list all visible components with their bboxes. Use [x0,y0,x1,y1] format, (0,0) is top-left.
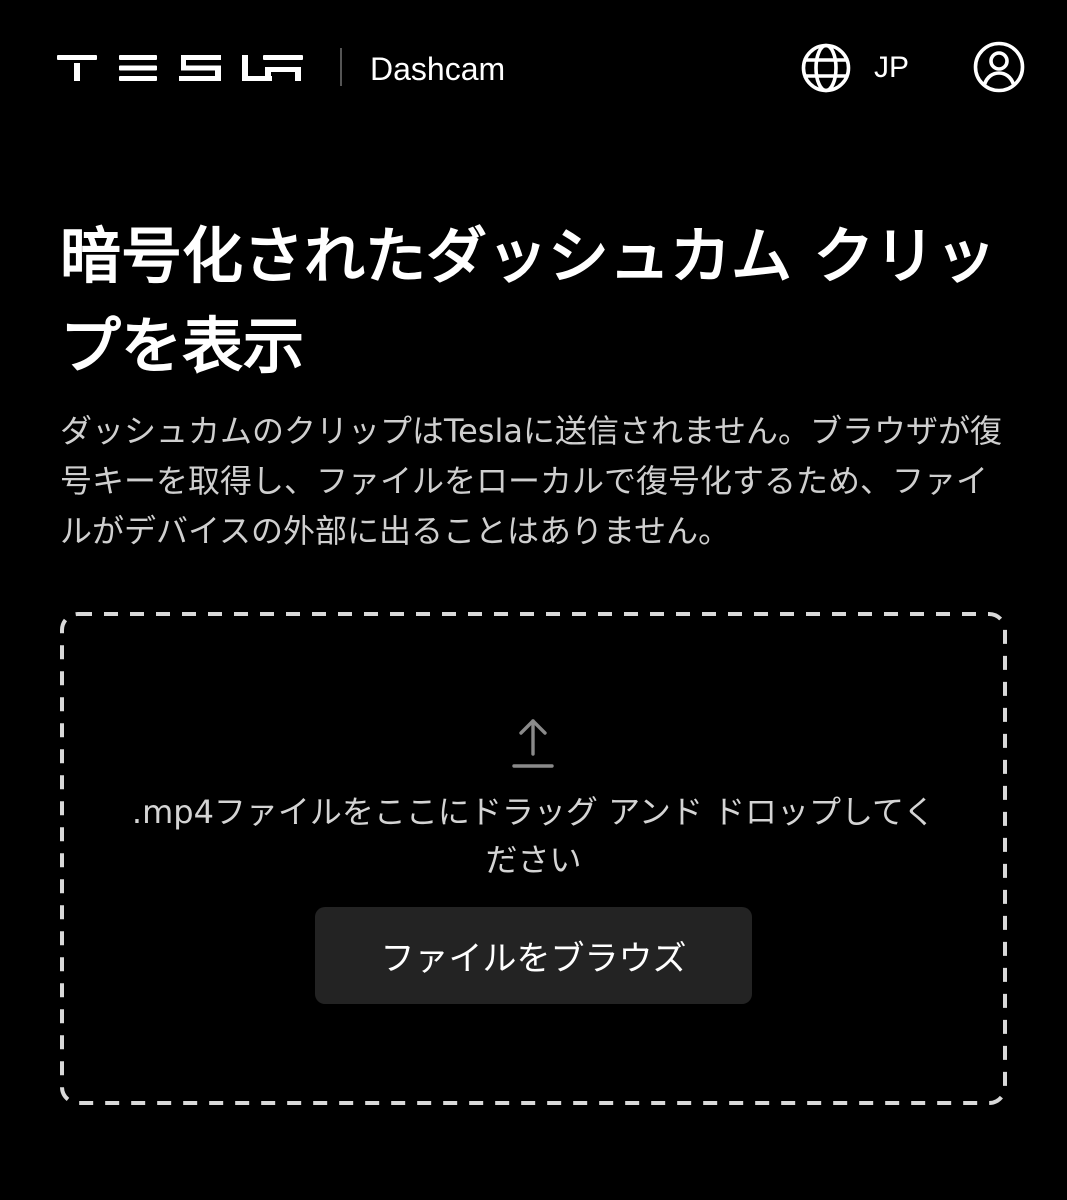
dropzone-instruction: .mp4ファイルをここにドラッグ アンド ドロップしてください [131,793,936,879]
language-selector[interactable]: JP [800,42,909,94]
file-dropzone[interactable]: .mp4ファイルをここにドラッグ アンド ドロップしてください ファイルをブラウ… [60,612,1007,1105]
page-title: 暗号化されたダッシュカム クリップを表示 [60,221,997,382]
account-button[interactable] [972,40,1026,94]
upload-arrow-icon [510,716,556,770]
header-divider [340,48,342,86]
browse-files-button[interactable]: ファイルをブラウズ [315,907,752,1004]
user-circle-icon [973,41,1025,93]
top-bar: Dashcam JP [0,0,1067,140]
language-code: JP [874,51,910,84]
globe-icon [801,43,851,93]
privacy-description: ダッシュカムのクリップはTeslaに送信されません。ブラウザが復号キーを取得し、… [60,412,1003,550]
tesla-logo[interactable] [57,55,303,81]
app-name: Dashcam [370,51,506,87]
